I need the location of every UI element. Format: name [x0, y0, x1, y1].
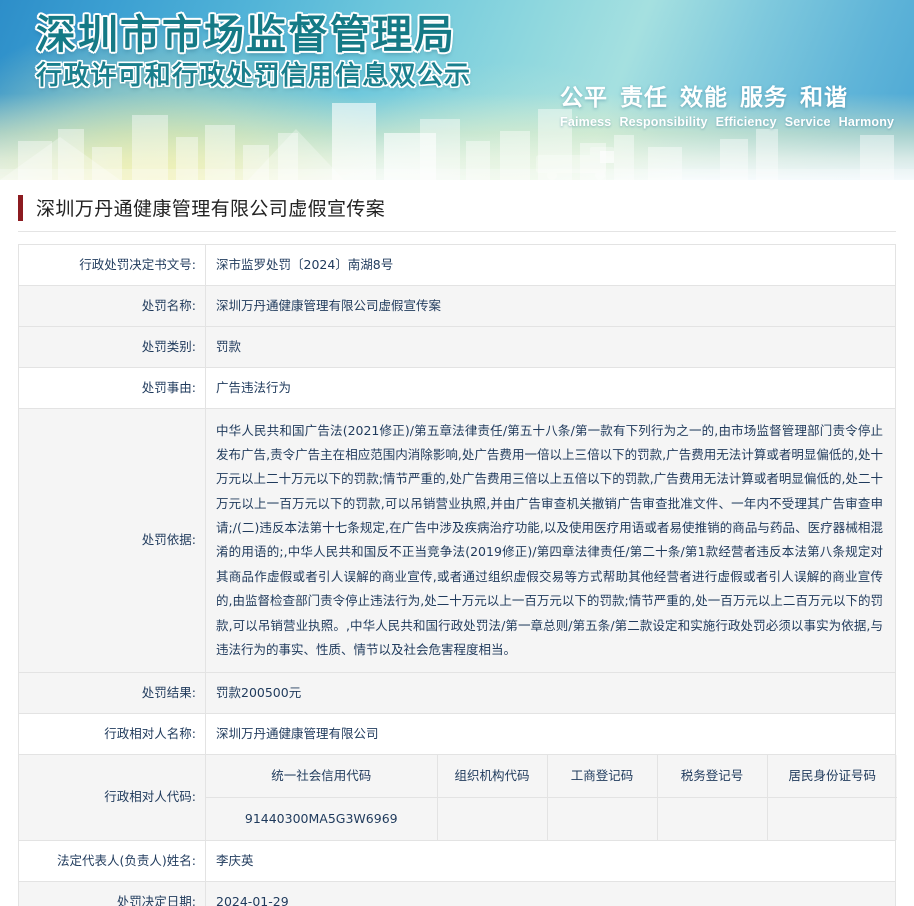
codes-cell: 统一社会信用代码 组织机构代码 工商登记码 税务登记号 居民身份证号码 9144… [205, 754, 897, 841]
slogan-en-word: Efficiency [715, 115, 777, 129]
relative-person-codes-table: 统一社会信用代码 组织机构代码 工商登记码 税务登记号 居民身份证号码 9144… [206, 755, 897, 840]
row-label: 处罚决定日期: [18, 880, 206, 906]
codes-value-row: 91440300MA5G3W6969 [206, 797, 897, 840]
slogan-en-word: Faimess [560, 115, 612, 129]
slogan-cn-word: 责任 [620, 85, 668, 111]
title-accent-bar [18, 194, 23, 221]
slogan-en-word: Harmony [838, 115, 895, 129]
row-label: 处罚事由: [18, 366, 206, 409]
row-label: 行政相对人代码: [18, 754, 206, 841]
table-row: 处罚事由: 广告违法行为 [18, 366, 896, 409]
row-label: 处罚结果: [18, 672, 206, 715]
codes-header-business-reg: 工商登记码 [546, 755, 658, 798]
banner-logo-block: 深圳市市场监督管理局 行政许可和行政处罚信用信息双公示 [36, 12, 472, 92]
row-value: 深市监罗处罚〔2024〕南湖8号 [205, 244, 896, 286]
row-value: 罚款200500元 [205, 672, 896, 715]
table-row: 行政处罚决定书文号: 深市监罗处罚〔2024〕南湖8号 [18, 244, 896, 286]
banner-subtitle: 行政许可和行政处罚信用信息双公示 [36, 61, 472, 92]
codes-value-id-card [766, 797, 897, 840]
row-label: 行政处罚决定书文号: [18, 244, 206, 286]
table-row-legal-basis: 处罚依据: 中华人民共和国广告法(2021修正)/第五章法律责任/第五十八条/第… [18, 407, 896, 674]
codes-header-row: 统一社会信用代码 组织机构代码 工商登记码 税务登记号 居民身份证号码 [206, 755, 897, 798]
codes-header-tax-reg: 税务登记号 [656, 755, 768, 798]
slogan-chinese: 公平 责任 效能 服务 和谐 [560, 78, 900, 112]
row-value: 罚款 [205, 325, 896, 368]
penalty-detail-body: 行政处罚决定书文号: 深市监罗处罚〔2024〕南湖8号 处罚名称: 深圳万丹通健… [18, 244, 897, 906]
codes-value-org-institution [436, 797, 548, 840]
row-value: 李庆英 [205, 839, 896, 882]
codes-value-tax-reg [656, 797, 768, 840]
table-row: 处罚类别: 罚款 [18, 325, 896, 368]
slogan-english: Faimess Responsibility Efficiency Service Ha… [560, 115, 900, 129]
row-value: 广告违法行为 [205, 366, 896, 409]
banner-slogan-block: 公平 责任 效能 服务 和谐 Faimess Responsibility Efficien… [560, 78, 900, 129]
row-value: 2024-01-29 [205, 880, 896, 906]
row-label: 处罚依据: [18, 407, 206, 674]
table-row: 法定代表人(负责人)姓名: 李庆英 [18, 839, 896, 882]
penalty-detail-table: 行政处罚决定书文号: 深市监罗处罚〔2024〕南湖8号 处罚名称: 深圳万丹通健… [18, 244, 897, 906]
row-label: 法定代表人(负责人)姓名: [18, 839, 206, 882]
slogan-cn-word: 效能 [680, 85, 728, 111]
site-banner: 深圳市市场监督管理局 行政许可和行政处罚信用信息双公示 公平 责任 效能 服务 和谐 F… [0, 0, 914, 180]
table-row: 处罚名称: 深圳万丹通健康管理有限公司虚假宣传案 [18, 284, 896, 327]
codes-value-business-reg [546, 797, 658, 840]
slogan-en-word: Responsibility [619, 115, 708, 129]
row-label: 处罚名称: [18, 284, 206, 327]
page-root: 深圳市市场监督管理局 行政许可和行政处罚信用信息双公示 公平 责任 效能 服务 和谐 F… [0, 0, 914, 906]
codes-header-unified-credit: 统一社会信用代码 [206, 755, 438, 798]
content-area: 深圳万丹通健康管理有限公司虚假宣传案 行政处罚决定书文号: 深市监罗处罚〔202… [0, 180, 914, 906]
page-title-header: 深圳万丹通健康管理有限公司虚假宣传案 [18, 180, 896, 232]
table-row: 处罚结果: 罚款200500元 [18, 672, 896, 715]
table-row: 处罚决定日期: 2024-01-29 [18, 880, 896, 906]
table-row: 行政相对人名称: 深圳万丹通健康管理有限公司 [18, 713, 896, 755]
slogan-cn-word: 服务 [740, 85, 788, 111]
org-name: 深圳市市场监督管理局 [36, 12, 456, 58]
row-label: 处罚类别: [18, 325, 206, 368]
table-row-codes: 行政相对人代码: 统一社会信用代码 组织机构代码 工商登记码 税务登记号 居民身… [18, 754, 897, 841]
row-value: 深圳万丹通健康管理有限公司虚假宣传案 [205, 284, 896, 327]
slogan-en-word: Service [784, 115, 831, 129]
row-value-legal-basis: 中华人民共和国广告法(2021修正)/第五章法律责任/第五十八条/第一款有下列行… [205, 407, 896, 674]
row-label: 行政相对人名称: [18, 713, 206, 755]
slogan-cn-word: 和谐 [800, 85, 848, 111]
slogan-cn-word: 公平 [560, 85, 608, 111]
codes-header-org-institution: 组织机构代码 [436, 755, 548, 798]
codes-value-unified-credit: 91440300MA5G3W6969 [206, 797, 438, 840]
row-value: 深圳万丹通健康管理有限公司 [205, 713, 896, 755]
codes-header-id-card: 居民身份证号码 [766, 755, 897, 798]
page-title: 深圳万丹通健康管理有限公司虚假宣传案 [36, 198, 386, 220]
